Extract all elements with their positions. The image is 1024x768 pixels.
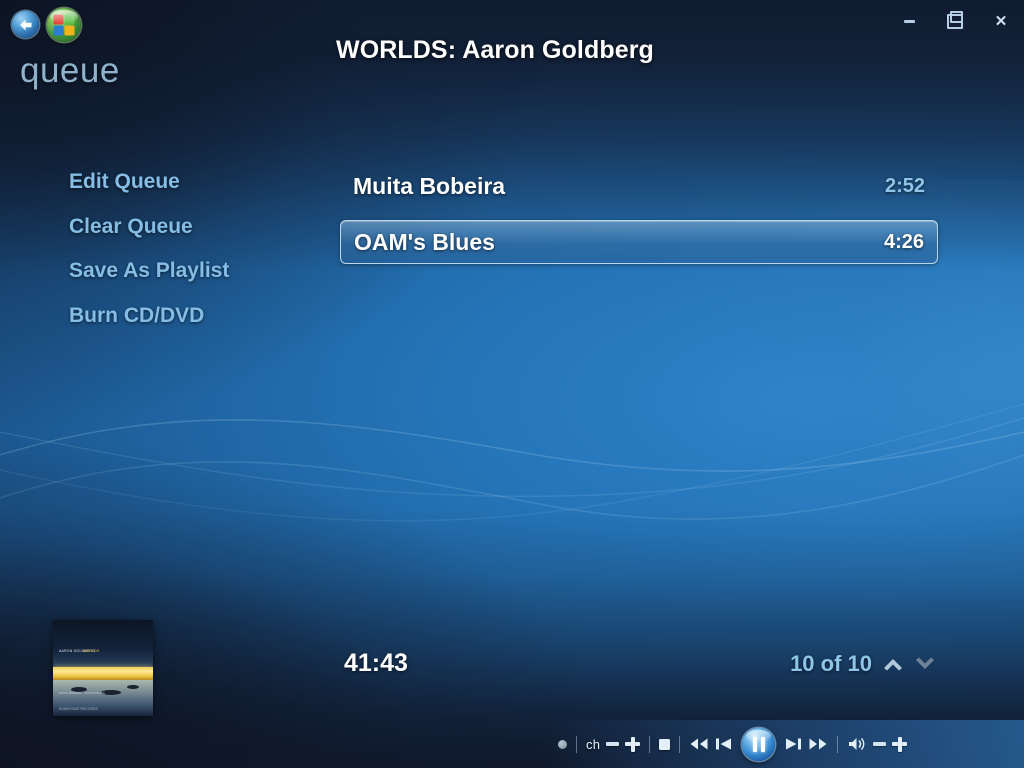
close-icon: ✕: [994, 12, 1008, 30]
minus-icon: [606, 742, 620, 746]
minus-icon: [873, 742, 887, 746]
restore-button[interactable]: [942, 10, 968, 32]
next-button[interactable]: [784, 737, 802, 751]
channel-down-button[interactable]: [606, 742, 620, 746]
record-button[interactable]: [558, 739, 567, 749]
chevron-down-icon[interactable]: [914, 654, 936, 674]
volume-down-button[interactable]: [873, 742, 887, 746]
pause-button[interactable]: [742, 727, 776, 761]
separator: [576, 735, 577, 753]
plus-icon: [892, 736, 908, 752]
album-art-label: SUNNYSIDE RECORDS: [59, 707, 98, 711]
section-label: queue: [20, 51, 120, 90]
button-gloss: [746, 730, 772, 742]
track-row[interactable]: Muita Bobeira 2:52: [340, 166, 938, 206]
page-indicator-label: 10 of 10: [790, 651, 872, 676]
plus-icon: [625, 736, 641, 752]
stop-button[interactable]: [659, 738, 671, 750]
windows-start-orb-icon[interactable]: [47, 8, 81, 42]
transport-control-bar: ch: [544, 720, 1024, 768]
back-arrow-icon: [19, 19, 31, 30]
album-art-horizon-band: [53, 667, 153, 681]
orb-gloss: [50, 10, 78, 23]
previous-button[interactable]: [715, 737, 733, 751]
media-center-window: ✕ queue WORLDS: Aaron Goldberg Edit Queu…: [0, 0, 1024, 768]
separator: [837, 735, 839, 753]
back-button[interactable]: [12, 11, 39, 38]
queue-actions-menu: Edit Queue Clear Queue Save As Playlist …: [69, 170, 229, 327]
minimize-icon: [903, 19, 915, 23]
album-art-thumbnail[interactable]: AARON GOLDBERG WORLDS MUITA BOBEIRA · OA…: [53, 620, 153, 716]
album-art-tracklist: MUITA BOBEIRA · OAM'S BLUES: [59, 691, 105, 696]
track-duration: 2:52: [884, 174, 925, 197]
track-title: OAM's Blues: [354, 228, 495, 255]
background-bottomleft-shade: [0, 438, 620, 768]
album-art-sky: [53, 620, 153, 674]
page-title: WORLDS: Aaron Goldberg: [336, 36, 654, 64]
volume-icon: [849, 738, 865, 750]
stop-icon: [659, 738, 671, 750]
skip-previous-icon: [716, 738, 732, 750]
channel-label: ch: [586, 736, 601, 752]
total-duration: 41:43: [344, 649, 408, 677]
separator: [649, 735, 651, 753]
mute-button[interactable]: [847, 736, 867, 752]
chevron-up-icon[interactable]: [882, 654, 904, 674]
close-button[interactable]: ✕: [988, 10, 1014, 32]
menu-item-burn-cd-dvd[interactable]: Burn CD/DVD: [69, 304, 229, 328]
menu-item-edit-queue[interactable]: Edit Queue: [69, 170, 229, 194]
separator: [679, 735, 681, 753]
window-controls: ✕: [896, 10, 1014, 32]
record-icon: [558, 739, 567, 749]
album-art-album: WORLDS: [83, 648, 100, 653]
rewind-button[interactable]: [689, 737, 709, 751]
menu-item-save-as-playlist[interactable]: Save As Playlist: [69, 259, 229, 283]
volume-up-button[interactable]: [892, 736, 908, 752]
menu-item-clear-queue[interactable]: Clear Queue: [69, 215, 229, 239]
rewind-icon: [690, 738, 708, 750]
track-duration: 4:26: [883, 230, 924, 253]
page-indicator: 10 of 10: [790, 651, 936, 677]
restore-icon: [947, 13, 963, 29]
queue-track-list: Muita Bobeira 2:52 OAM's Blues 4:26: [340, 166, 938, 278]
fast-forward-icon: [809, 738, 827, 750]
fast-forward-button[interactable]: [808, 737, 828, 751]
skip-next-icon: [786, 738, 802, 750]
channel-up-button[interactable]: [625, 736, 641, 752]
minimize-button[interactable]: [896, 10, 922, 32]
track-row[interactable]: OAM's Blues 4:26: [340, 220, 938, 264]
track-title: Muita Bobeira: [353, 172, 506, 199]
